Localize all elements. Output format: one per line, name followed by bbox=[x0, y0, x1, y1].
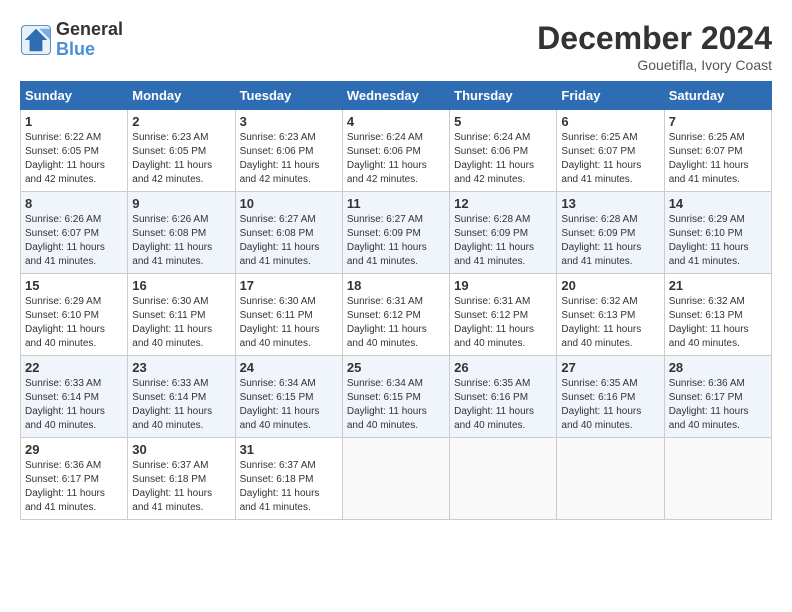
table-row: 17Sunrise: 6:30 AMSunset: 6:11 PMDayligh… bbox=[235, 274, 342, 356]
table-row: 14Sunrise: 6:29 AMSunset: 6:10 PMDayligh… bbox=[664, 192, 771, 274]
table-row: 10Sunrise: 6:27 AMSunset: 6:08 PMDayligh… bbox=[235, 192, 342, 274]
col-monday: Monday bbox=[128, 82, 235, 110]
table-row: 5Sunrise: 6:24 AMSunset: 6:06 PMDaylight… bbox=[450, 110, 557, 192]
calendar-subtitle: Gouetifla, Ivory Coast bbox=[537, 57, 772, 73]
table-row: 21Sunrise: 6:32 AMSunset: 6:13 PMDayligh… bbox=[664, 274, 771, 356]
col-tuesday: Tuesday bbox=[235, 82, 342, 110]
table-row: 7Sunrise: 6:25 AMSunset: 6:07 PMDaylight… bbox=[664, 110, 771, 192]
table-row bbox=[664, 438, 771, 520]
table-row: 2Sunrise: 6:23 AMSunset: 6:05 PMDaylight… bbox=[128, 110, 235, 192]
table-row: 20Sunrise: 6:32 AMSunset: 6:13 PMDayligh… bbox=[557, 274, 664, 356]
col-sunday: Sunday bbox=[21, 82, 128, 110]
table-row: 22Sunrise: 6:33 AMSunset: 6:14 PMDayligh… bbox=[21, 356, 128, 438]
col-wednesday: Wednesday bbox=[342, 82, 449, 110]
table-row: 3Sunrise: 6:23 AMSunset: 6:06 PMDaylight… bbox=[235, 110, 342, 192]
table-row: 1Sunrise: 6:22 AMSunset: 6:05 PMDaylight… bbox=[21, 110, 128, 192]
table-row: 8Sunrise: 6:26 AMSunset: 6:07 PMDaylight… bbox=[21, 192, 128, 274]
table-row: 29Sunrise: 6:36 AMSunset: 6:17 PMDayligh… bbox=[21, 438, 128, 520]
logo-icon bbox=[20, 24, 52, 56]
table-row bbox=[557, 438, 664, 520]
table-row bbox=[450, 438, 557, 520]
calendar-week-1: 1Sunrise: 6:22 AMSunset: 6:05 PMDaylight… bbox=[21, 110, 772, 192]
calendar-title: December 2024 bbox=[537, 20, 772, 57]
calendar-table: Sunday Monday Tuesday Wednesday Thursday… bbox=[20, 81, 772, 520]
table-row: 28Sunrise: 6:36 AMSunset: 6:17 PMDayligh… bbox=[664, 356, 771, 438]
table-row: 24Sunrise: 6:34 AMSunset: 6:15 PMDayligh… bbox=[235, 356, 342, 438]
table-row: 4Sunrise: 6:24 AMSunset: 6:06 PMDaylight… bbox=[342, 110, 449, 192]
calendar-week-3: 15Sunrise: 6:29 AMSunset: 6:10 PMDayligh… bbox=[21, 274, 772, 356]
table-row: 18Sunrise: 6:31 AMSunset: 6:12 PMDayligh… bbox=[342, 274, 449, 356]
logo-line2: Blue bbox=[56, 40, 123, 60]
table-row: 23Sunrise: 6:33 AMSunset: 6:14 PMDayligh… bbox=[128, 356, 235, 438]
col-friday: Friday bbox=[557, 82, 664, 110]
header: General Blue December 2024 Gouetifla, Iv… bbox=[20, 20, 772, 73]
table-row: 13Sunrise: 6:28 AMSunset: 6:09 PMDayligh… bbox=[557, 192, 664, 274]
table-row: 31Sunrise: 6:37 AMSunset: 6:18 PMDayligh… bbox=[235, 438, 342, 520]
calendar-week-2: 8Sunrise: 6:26 AMSunset: 6:07 PMDaylight… bbox=[21, 192, 772, 274]
table-row: 16Sunrise: 6:30 AMSunset: 6:11 PMDayligh… bbox=[128, 274, 235, 356]
table-row: 6Sunrise: 6:25 AMSunset: 6:07 PMDaylight… bbox=[557, 110, 664, 192]
calendar-header-row: Sunday Monday Tuesday Wednesday Thursday… bbox=[21, 82, 772, 110]
table-row: 9Sunrise: 6:26 AMSunset: 6:08 PMDaylight… bbox=[128, 192, 235, 274]
logo-line1: General bbox=[56, 20, 123, 40]
table-row: 12Sunrise: 6:28 AMSunset: 6:09 PMDayligh… bbox=[450, 192, 557, 274]
col-saturday: Saturday bbox=[664, 82, 771, 110]
table-row: 15Sunrise: 6:29 AMSunset: 6:10 PMDayligh… bbox=[21, 274, 128, 356]
col-thursday: Thursday bbox=[450, 82, 557, 110]
table-row: 19Sunrise: 6:31 AMSunset: 6:12 PMDayligh… bbox=[450, 274, 557, 356]
table-row: 27Sunrise: 6:35 AMSunset: 6:16 PMDayligh… bbox=[557, 356, 664, 438]
calendar-week-5: 29Sunrise: 6:36 AMSunset: 6:17 PMDayligh… bbox=[21, 438, 772, 520]
table-row: 30Sunrise: 6:37 AMSunset: 6:18 PMDayligh… bbox=[128, 438, 235, 520]
table-row: 11Sunrise: 6:27 AMSunset: 6:09 PMDayligh… bbox=[342, 192, 449, 274]
calendar-week-4: 22Sunrise: 6:33 AMSunset: 6:14 PMDayligh… bbox=[21, 356, 772, 438]
table-row: 25Sunrise: 6:34 AMSunset: 6:15 PMDayligh… bbox=[342, 356, 449, 438]
title-area: December 2024 Gouetifla, Ivory Coast bbox=[537, 20, 772, 73]
table-row: 26Sunrise: 6:35 AMSunset: 6:16 PMDayligh… bbox=[450, 356, 557, 438]
table-row bbox=[342, 438, 449, 520]
logo: General Blue bbox=[20, 20, 123, 60]
